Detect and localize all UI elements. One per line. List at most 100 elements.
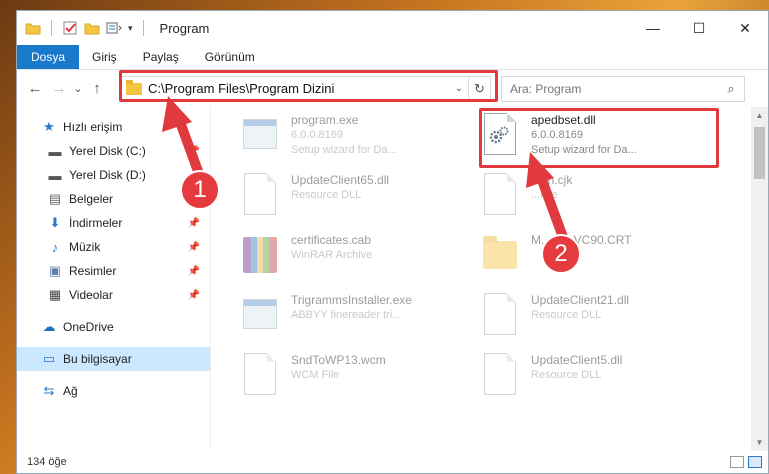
sidebar-item-videos[interactable]: ▦ Videolar 📌 (17, 283, 210, 307)
file-item-trigrammsinstaller[interactable]: TrigrammsInstaller.exe ABBYY finereader t… (241, 293, 481, 345)
network-icon: ⇆ (43, 383, 55, 398)
dll-file-icon (241, 173, 279, 217)
search-icon[interactable]: ⌕ (718, 81, 744, 97)
sidebar-item-this-pc[interactable]: ▭ Bu bilgisayar (17, 347, 210, 371)
file-item-updateclient21[interactable]: UpdateClient21.dll Resource DLL (481, 293, 721, 345)
folder-icon (481, 233, 519, 277)
tiles-view-icon[interactable] (748, 456, 762, 468)
file-icon (241, 353, 279, 397)
sidebar-item-label: Müzik (69, 240, 101, 254)
pictures-icon: ▣ (48, 263, 62, 278)
item-count: 134 öğe (27, 456, 67, 468)
scroll-down-icon[interactable]: ▼ (751, 434, 768, 451)
dll-file-icon (481, 353, 519, 397)
sidebar-item-label: OneDrive (63, 320, 114, 334)
rename-icon[interactable] (106, 21, 122, 35)
file-type: Resource DLL (531, 369, 602, 381)
properties-icon[interactable] (62, 21, 78, 35)
file-name: TrigrammsInstaller.exe (291, 293, 412, 307)
file-name: certificates.cab (291, 233, 372, 247)
tab-view[interactable]: Görünüm (192, 45, 268, 69)
maximize-button[interactable]: ☐ (676, 11, 722, 45)
file-item-sndtowp13[interactable]: SndToWP13.wcm WCM File (241, 353, 481, 405)
callout-1: 1 (180, 170, 220, 210)
file-name: UpdateClient21.dll (531, 293, 630, 307)
video-icon: ▦ (48, 287, 62, 302)
pin-icon[interactable]: 📌 (188, 218, 200, 229)
drive-icon: ▬ (48, 167, 62, 183)
scroll-up-icon[interactable]: ▲ (751, 107, 768, 124)
search-input[interactable] (510, 81, 718, 96)
setup-exe-icon (241, 113, 279, 157)
file-icon (481, 173, 519, 217)
window-controls: — ☐ ✕ (630, 11, 768, 45)
ribbon-tabs: Dosya Giriş Paylaş Görünüm (17, 45, 768, 69)
download-icon: ⬇ (49, 215, 61, 230)
view-toggle (730, 456, 768, 468)
file-item-cjk[interactable]: ...an.cjk ...File (481, 173, 721, 225)
file-name: UpdateClient65.dll (291, 173, 390, 187)
sidebar-item-onedrive[interactable]: ☁ OneDrive (17, 315, 210, 339)
tab-share[interactable]: Paylaş (130, 45, 192, 69)
title-bar: ▾ Program — ☐ ✕ (17, 11, 768, 45)
documents-icon: ▤ (48, 191, 62, 206)
file-description: Setup wizard for Da... (291, 144, 397, 156)
folder-icon[interactable] (25, 21, 41, 35)
vertical-scrollbar[interactable]: ▲ ▼ (751, 107, 768, 451)
sidebar-item-label: Hızlı erişim (63, 120, 123, 134)
status-bar: 134 öğe (17, 451, 768, 473)
music-icon: ♪ (51, 239, 59, 255)
file-type: Resource DLL (291, 189, 362, 201)
sidebar-item-pictures[interactable]: ▣ Resimler 📌 (17, 259, 210, 283)
file-type: WinRAR Archive (291, 249, 373, 261)
file-item-updateclient5[interactable]: UpdateClient5.dll Resource DLL (481, 353, 721, 405)
file-name: SndToWP13.wcm (291, 353, 386, 367)
up-button[interactable]: ↑ (85, 80, 109, 97)
sidebar-item-network[interactable]: ⇆ Ağ (17, 379, 210, 403)
sidebar-item-label: Belgeler (69, 192, 114, 206)
file-type: WCM File (291, 369, 340, 381)
recent-locations-button[interactable]: ⌄ (71, 82, 85, 95)
file-version: 6.0.0.8169 (291, 129, 343, 141)
drive-icon: ▬ (48, 143, 62, 159)
search-box[interactable]: ⌕ (501, 75, 745, 102)
close-button[interactable]: ✕ (722, 11, 768, 45)
sidebar-item-downloads[interactable]: ⬇ İndirmeler 📌 (17, 211, 210, 235)
file-name: UpdateClient5.dll (531, 353, 623, 367)
file-item-program-exe[interactable]: program.exe 6.0.0.8169 Setup wizard for Da… (241, 113, 481, 165)
sidebar-item-label: Videolar (69, 288, 113, 302)
sidebar-item-label: İndirmeler (69, 216, 123, 230)
new-folder-icon[interactable] (84, 21, 100, 35)
file-type: Resource DLL (531, 309, 602, 321)
file-description: ABBYY finereader tri... (291, 309, 402, 321)
scroll-thumb[interactable] (754, 127, 765, 179)
sidebar-item-label: Ağ (63, 384, 78, 398)
computer-icon: ▭ (42, 351, 56, 366)
file-item-certificates-cab[interactable]: certificates.cab WinRAR Archive (241, 233, 481, 285)
forward-button[interactable]: → (47, 80, 71, 97)
sidebar-item-label: Yerel Disk (C:) (69, 144, 146, 158)
minimize-button[interactable]: — (630, 11, 676, 45)
toolbar-separator (51, 20, 52, 36)
folder-item-vc90-crt[interactable]: M...soft.VC90.CRT (481, 233, 721, 285)
installer-exe-icon (241, 293, 279, 337)
sidebar-item-music[interactable]: ♪ Müzik 📌 (17, 235, 210, 259)
cloud-icon: ☁ (42, 319, 56, 334)
tab-home[interactable]: Giriş (79, 45, 130, 69)
back-button[interactable]: ← (23, 80, 47, 97)
sidebar-item-label: Yerel Disk (D:) (69, 168, 146, 182)
details-view-icon[interactable] (730, 456, 744, 468)
sidebar-item-label: Bu bilgisayar (63, 352, 132, 366)
tab-file[interactable]: Dosya (17, 45, 80, 69)
callout-2: 2 (541, 234, 581, 274)
sidebar-item-label: Resimler (69, 264, 117, 278)
customize-toolbar-icon[interactable]: ▾ (128, 23, 133, 34)
pin-icon[interactable]: 📌 (188, 242, 200, 253)
star-icon: ★ (43, 119, 55, 134)
pin-icon[interactable]: 📌 (188, 266, 200, 277)
window-title: Program (159, 20, 210, 36)
pin-icon[interactable]: 📌 (188, 290, 200, 301)
winrar-archive-icon (241, 233, 279, 277)
arrow-annotation-2 (526, 152, 569, 242)
file-item-updateclient65[interactable]: UpdateClient65.dll Resource DLL (241, 173, 481, 225)
